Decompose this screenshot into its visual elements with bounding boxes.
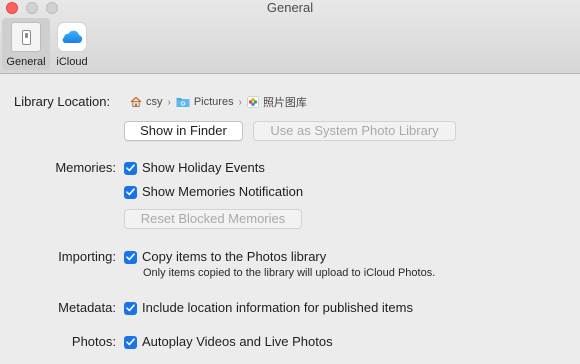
icloud-icon bbox=[57, 22, 87, 52]
library-location-label: Library Location: bbox=[14, 94, 111, 109]
importing-note: Only items copied to the library will up… bbox=[143, 267, 436, 279]
general-switch-icon bbox=[11, 22, 41, 52]
autoplay-checkbox[interactable]: Autoplay Videos and Live Photos bbox=[124, 334, 333, 350]
chevron-right-icon: › bbox=[238, 96, 242, 108]
include-location-label: Include location information for publish… bbox=[142, 300, 413, 315]
photos-library-icon bbox=[247, 96, 259, 108]
path-library-label: 照片图库 bbox=[262, 97, 307, 109]
path-segment-pictures[interactable]: Pictures bbox=[176, 96, 234, 108]
include-location-checkbox[interactable]: Include location information for publish… bbox=[124, 300, 413, 316]
tab-icloud-label: iCloud bbox=[56, 56, 88, 68]
show-in-finder-button[interactable]: Show in Finder bbox=[124, 121, 243, 141]
folder-icon bbox=[176, 98, 190, 107]
path-segment-home[interactable]: csy bbox=[130, 96, 163, 108]
show-memories-notification-label: Show Memories Notification bbox=[142, 184, 304, 199]
chevron-right-icon: › bbox=[167, 96, 171, 108]
home-icon bbox=[130, 96, 142, 107]
use-as-system-photo-library-button[interactable]: Use as System Photo Library bbox=[253, 121, 456, 141]
copy-items-label: Copy items to the Photos library bbox=[142, 249, 327, 264]
tab-general-label: General bbox=[6, 56, 46, 68]
checkmark-icon bbox=[124, 335, 137, 349]
checkmark-icon bbox=[124, 161, 137, 175]
show-holiday-events-checkbox[interactable]: Show Holiday Events bbox=[124, 160, 265, 176]
preferences-window: General General iCloud Library Location:… bbox=[0, 0, 580, 364]
tab-icloud[interactable]: iCloud bbox=[52, 18, 92, 70]
toolbar: General General iCloud bbox=[0, 0, 580, 74]
checkmark-icon bbox=[124, 250, 137, 264]
checkmark-icon bbox=[124, 185, 137, 199]
show-holiday-events-label: Show Holiday Events bbox=[142, 160, 265, 175]
path-pictures-label: Pictures bbox=[193, 96, 234, 108]
library-path[interactable]: csy › Pictures › 照片图库 bbox=[130, 94, 307, 110]
checkmark-icon bbox=[124, 301, 137, 315]
photos-label: Photos: bbox=[71, 334, 116, 349]
memories-label: Memories: bbox=[55, 160, 116, 175]
metadata-label: Metadata: bbox=[58, 300, 116, 315]
reset-blocked-memories-button[interactable]: Reset Blocked Memories bbox=[124, 209, 302, 229]
copy-items-checkbox[interactable]: Copy items to the Photos library bbox=[124, 249, 326, 265]
autoplay-label: Autoplay Videos and Live Photos bbox=[142, 334, 333, 349]
importing-label: Importing: bbox=[58, 249, 116, 264]
tab-general[interactable]: General bbox=[2, 18, 50, 70]
path-home-label: csy bbox=[146, 96, 163, 108]
window-title: General bbox=[266, 0, 314, 15]
show-memories-notification-checkbox[interactable]: Show Memories Notification bbox=[124, 184, 303, 200]
path-segment-library[interactable]: 照片图库 bbox=[247, 94, 307, 110]
